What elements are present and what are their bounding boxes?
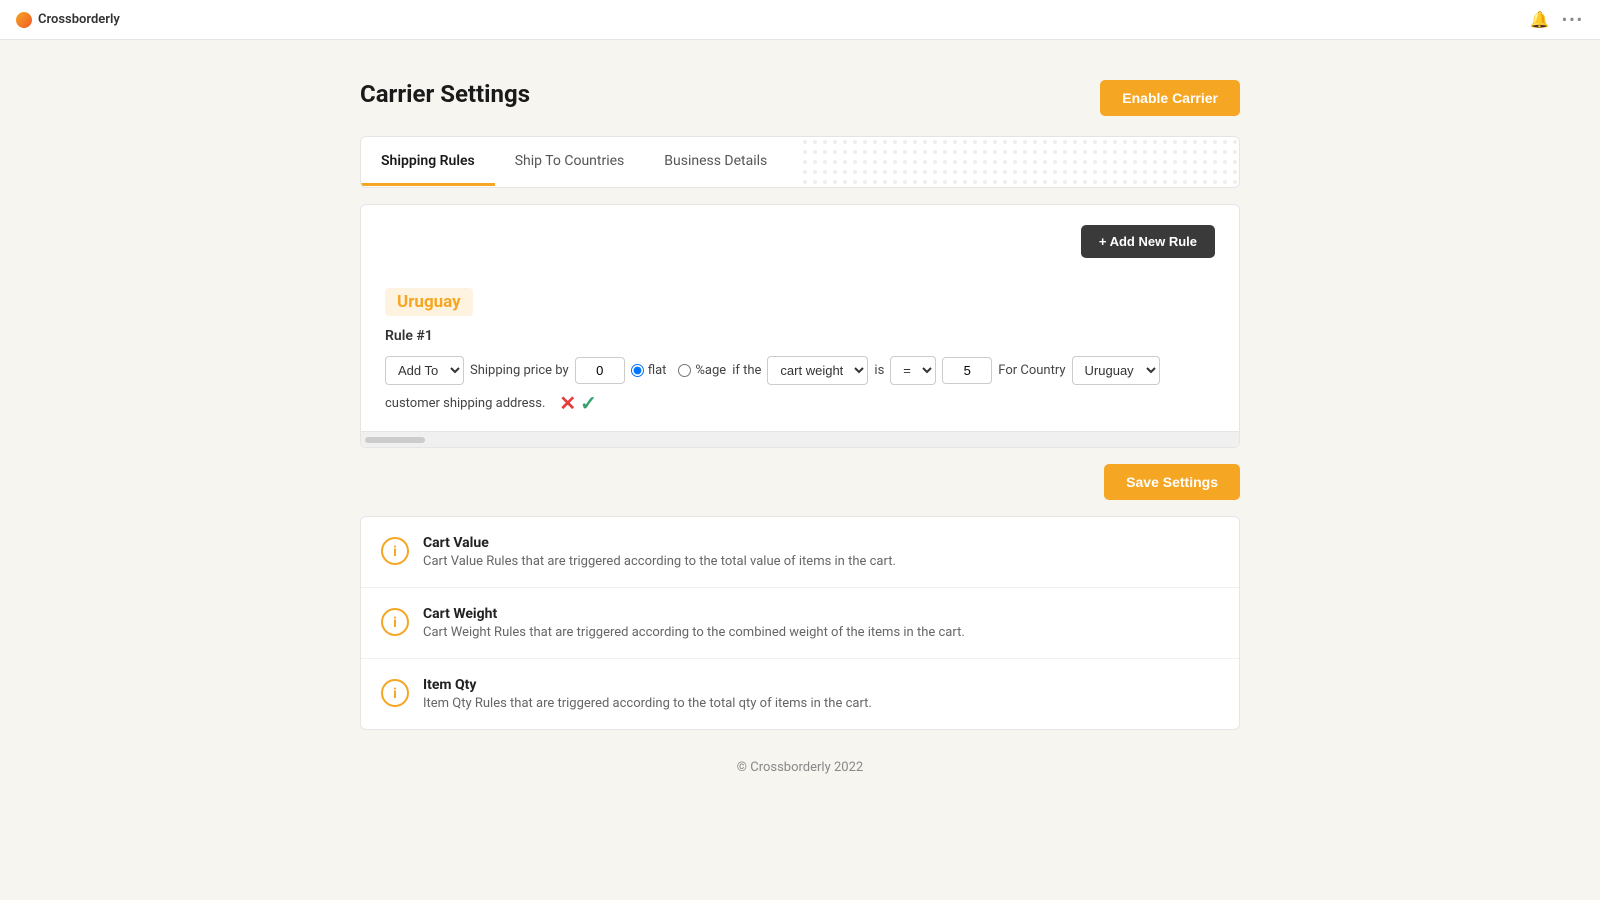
svg-text:i: i — [393, 615, 397, 631]
flat-label: flat — [648, 363, 667, 378]
action-icons: ✕ ✓ — [559, 391, 597, 415]
country-label: Uruguay — [385, 288, 473, 316]
tab-business-details[interactable]: Business Details — [644, 139, 787, 186]
info-text-cart-value: Cart Value Cart Value Rules that are tri… — [423, 535, 896, 569]
confirm-rule-icon[interactable]: ✓ — [580, 391, 597, 415]
bell-icon[interactable]: 🔔 — [1530, 10, 1550, 29]
add-new-rule-button[interactable]: + Add New Rule — [1081, 225, 1215, 258]
svg-text:i: i — [393, 686, 397, 702]
cancel-rule-icon[interactable]: ✕ — [559, 391, 576, 415]
for-country-text: For Country — [998, 363, 1065, 378]
operator-select[interactable]: = — [890, 356, 936, 385]
enable-carrier-button[interactable]: Enable Carrier — [1100, 80, 1240, 116]
brand: Crossborderly — [16, 12, 120, 28]
shipping-price-text: Shipping price by — [470, 363, 569, 378]
brand-icon — [16, 12, 32, 28]
info-text-cart-weight: Cart Weight Cart Weight Rules that are t… — [423, 606, 965, 640]
info-item-cart-weight: i Cart Weight Cart Weight Rules that are… — [361, 588, 1239, 659]
tabs-list: Shipping Rules Ship To Countries Busines… — [361, 139, 800, 186]
svg-text:i: i — [393, 544, 397, 560]
item-qty-icon: i — [381, 679, 409, 707]
country-select[interactable]: Uruguay — [1072, 356, 1160, 385]
tab-ship-to-countries[interactable]: Ship To Countries — [495, 139, 645, 186]
tabs-card: Shipping Rules Ship To Countries Busines… — [360, 136, 1240, 188]
topbar: Crossborderly 🔔 ••• — [0, 0, 1600, 40]
footer: © Crossborderly 2022 — [360, 760, 1240, 795]
save-settings-button[interactable]: Save Settings — [1104, 464, 1240, 500]
condition-select[interactable]: cart weight — [767, 356, 868, 385]
rules-card: + Add New Rule Uruguay Rule #1 Add To Sh… — [360, 204, 1240, 448]
flat-radio-label[interactable]: flat — [631, 363, 667, 378]
topbar-actions: 🔔 ••• — [1530, 10, 1584, 29]
tab-shipping-rules[interactable]: Shipping Rules — [361, 139, 495, 186]
price-type-radio-group: flat %age — [631, 363, 727, 378]
is-text: is — [874, 363, 884, 378]
percentage-radio[interactable] — [678, 364, 691, 377]
if-text: if the — [732, 363, 761, 378]
flat-radio[interactable] — [631, 364, 644, 377]
address-text: customer shipping address. — [385, 396, 545, 411]
page-title: Carrier Settings — [360, 80, 530, 108]
cart-weight-icon: i — [381, 608, 409, 636]
rule-title: Rule #1 — [385, 328, 1215, 344]
info-item-item-qty: i Item Qty Item Qty Rules that are trigg… — [361, 659, 1239, 729]
ellipsis-icon[interactable]: ••• — [1562, 10, 1584, 29]
page-header: Carrier Settings Enable Carrier — [360, 80, 1240, 116]
main-content: Carrier Settings Enable Carrier Shipping… — [340, 40, 1260, 835]
brand-name: Crossborderly — [38, 12, 120, 27]
scroll-thumb — [365, 437, 425, 443]
percentage-radio-label[interactable]: %age — [678, 363, 726, 378]
scroll-bar[interactable] — [361, 431, 1239, 447]
percentage-label: %age — [695, 363, 726, 378]
info-card: i Cart Value Cart Value Rules that are t… — [360, 516, 1240, 730]
info-text-item-qty: Item Qty Item Qty Rules that are trigger… — [423, 677, 872, 711]
qty-input[interactable] — [942, 357, 992, 384]
add-to-select[interactable]: Add To — [385, 356, 464, 385]
rule-row: Add To Shipping price by flat %age if th… — [385, 356, 1215, 415]
tabs-decoration — [800, 137, 1239, 187]
price-input[interactable] — [575, 357, 625, 384]
save-row: Save Settings — [360, 464, 1240, 500]
info-item-cart-value: i Cart Value Cart Value Rules that are t… — [361, 517, 1239, 588]
cart-value-icon: i — [381, 537, 409, 565]
